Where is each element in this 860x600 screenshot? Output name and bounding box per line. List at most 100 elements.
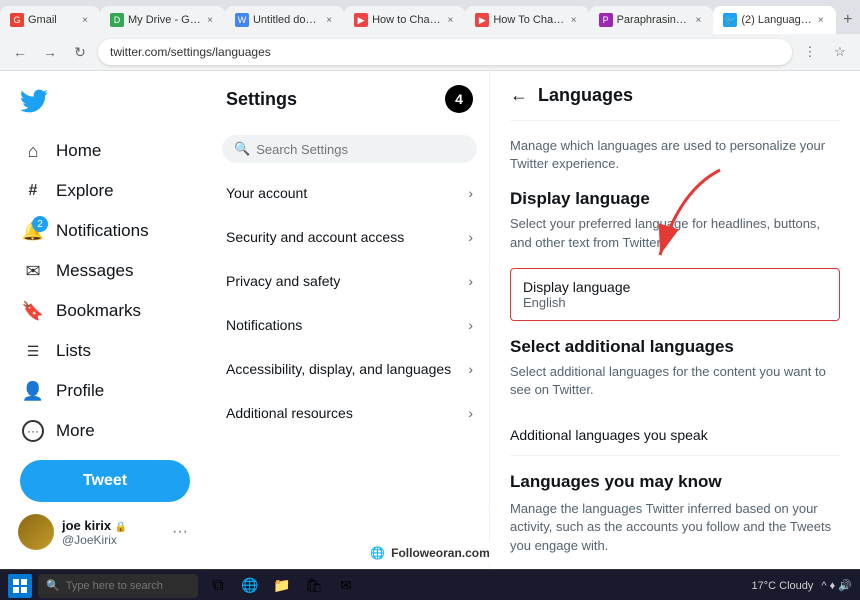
display-language-value: English (523, 295, 827, 310)
tab-close[interactable]: × (205, 13, 215, 28)
watermark: 🌐 Followeoran.com (354, 542, 506, 564)
avatar (18, 514, 54, 550)
user-profile[interactable]: joe kirix 🔒 @JoeKirix ··· (8, 504, 198, 560)
tab-close[interactable]: × (569, 13, 579, 28)
sidebar-item-profile[interactable]: 👤 Profile (12, 372, 198, 410)
sidebar-item-label: Explore (56, 181, 114, 201)
taskbar-right: 17°C Cloudy ^ ♦ 🔊 (752, 579, 852, 592)
settings-menu-label: Security and account access (226, 229, 404, 245)
sidebar-item-label: Notifications (56, 221, 149, 241)
additional-languages-link[interactable]: Additional languages you speak (510, 415, 840, 456)
sidebar-item-explore[interactable]: # Explore (12, 172, 198, 210)
taskbar-taskview[interactable]: ⧉ (204, 572, 232, 600)
user-info: joe kirix 🔒 @JoeKirix (62, 518, 164, 547)
back-arrow[interactable]: ← (510, 85, 528, 106)
twitter-sidebar: ⌂ Home # Explore 🔔 Notifications ✉ Messa… (0, 71, 210, 569)
tab-drive[interactable]: D My Drive - Goog... × (100, 6, 225, 34)
watermark-text: Followeoran.com (391, 546, 490, 560)
may-know-link[interactable]: Languages you may know (510, 563, 840, 569)
display-language-section: Display language (510, 189, 840, 209)
search-icon: 🔍 (234, 141, 250, 157)
sidebar-item-lists[interactable]: ☰ Lists (12, 332, 198, 370)
settings-menu-label: Privacy and safety (226, 273, 340, 289)
taskbar-store[interactable]: 🛍 (300, 572, 328, 600)
sidebar-item-label: Lists (56, 341, 91, 361)
tab-docs[interactable]: W Untitled docum... × (225, 6, 344, 34)
tab-close[interactable]: × (324, 13, 334, 28)
tweet-button[interactable]: Tweet (20, 460, 190, 502)
settings-menu-security[interactable]: Security and account access › (210, 215, 489, 259)
start-button[interactable] (8, 574, 32, 598)
address-bar: ← → ↻ ⋮ ☆ (0, 34, 860, 70)
settings-panel: Settings 4 🔍 Your account › Security and… (210, 71, 490, 569)
taskbar: 🔍 ⧉ 🌐 📁 🛍 ✉ 17°C Cloudy ^ ♦ 🔊 (0, 569, 860, 600)
taskbar-explorer[interactable]: 📁 (268, 572, 296, 600)
sidebar-item-label: Home (56, 141, 101, 161)
settings-menu-your-account[interactable]: Your account › (210, 171, 489, 215)
search-settings[interactable]: 🔍 (222, 135, 477, 163)
settings-header: Settings 4 (210, 71, 489, 127)
settings-title: Settings (226, 89, 297, 110)
tab-twitter[interactable]: 🐦 (2) Languages /... × (713, 6, 835, 34)
languages-panel: ← Languages Manage which languages are u… (490, 71, 860, 569)
back-button[interactable]: ← (8, 40, 32, 64)
tab-howto2[interactable]: ▶ How To Change... × (465, 6, 588, 34)
taskbar-search-input[interactable] (66, 580, 190, 592)
settings-menu-notifications[interactable]: Notifications › (210, 303, 489, 347)
settings-menu-accessibility[interactable]: Accessibility, display, and languages › (210, 347, 489, 391)
address-input[interactable] (98, 39, 792, 65)
tab-label: How To Change... (493, 14, 564, 26)
twitter-logo[interactable] (12, 79, 198, 128)
display-language-desc: Select your preferred language for headl… (510, 215, 840, 251)
page-content: ⌂ Home # Explore 🔔 Notifications ✉ Messa… (0, 71, 860, 569)
sidebar-item-home[interactable]: ⌂ Home (12, 132, 198, 170)
taskbar-chrome[interactable]: 🌐 (236, 572, 264, 600)
additional-languages-section: Select additional languages (510, 337, 840, 357)
chevron-right-icon: › (468, 273, 473, 289)
chevron-right-icon: › (468, 185, 473, 201)
extensions-icon[interactable]: ⋮ (798, 40, 822, 64)
taskbar-system-tray: ^ ♦ 🔊 (821, 579, 852, 592)
settings-menu-additional[interactable]: Additional resources › (210, 391, 489, 435)
sidebar-item-more[interactable]: ··· More (12, 412, 198, 450)
display-language-label: Display language (523, 279, 827, 295)
home-icon: ⌂ (22, 140, 44, 162)
sidebar-item-bookmarks[interactable]: 🔖 Bookmarks (12, 292, 198, 330)
languages-intro: Manage which languages are used to perso… (510, 137, 840, 173)
more-icon: ··· (22, 420, 44, 442)
tab-label: How to Change... (372, 14, 441, 26)
search-settings-input[interactable] (256, 142, 465, 157)
sidebar-item-messages[interactable]: ✉ Messages (12, 252, 198, 290)
sidebar-item-notifications[interactable]: 🔔 Notifications (12, 212, 198, 250)
tab-gmail[interactable]: G Gmail × (0, 6, 100, 34)
watermark-icon: 🌐 (370, 546, 385, 560)
lists-icon: ☰ (22, 340, 44, 362)
tab-close[interactable]: × (446, 13, 456, 28)
tab-close[interactable]: × (694, 13, 704, 28)
forward-button[interactable]: → (38, 40, 62, 64)
taskbar-search-icon: 🔍 (46, 579, 60, 592)
languages-title: Languages (538, 85, 633, 106)
user-menu-dots[interactable]: ··· (172, 523, 188, 541)
lock-icon: 🔒 (115, 522, 127, 533)
content-header: ← Languages (510, 71, 840, 121)
tab-howto[interactable]: ▶ How to Change... × (344, 6, 465, 34)
browser-chrome: G Gmail × D My Drive - Goog... × W Untit… (0, 0, 860, 71)
tab-label: My Drive - Goog... (128, 14, 201, 26)
tab-para[interactable]: P Paraphrasing To... × (589, 6, 714, 34)
tab-close[interactable]: × (816, 13, 826, 28)
reload-button[interactable]: ↻ (68, 40, 92, 64)
may-know-section: Languages you may know (510, 472, 840, 492)
display-language-option[interactable]: Display language English (510, 268, 840, 321)
settings-menu-label: Additional resources (226, 405, 353, 421)
chevron-right-icon: › (468, 405, 473, 421)
taskbar-search[interactable]: 🔍 (38, 574, 198, 598)
tab-label: (2) Languages /... (741, 14, 812, 26)
bookmark-icon[interactable]: ☆ (828, 40, 852, 64)
settings-menu-privacy[interactable]: Privacy and safety › (210, 259, 489, 303)
settings-menu-label: Accessibility, display, and languages (226, 361, 451, 377)
taskbar-mail[interactable]: ✉ (332, 572, 360, 600)
tab-close[interactable]: × (80, 13, 90, 28)
new-tab-button[interactable]: + (836, 6, 860, 34)
step-badge: 4 (445, 85, 473, 113)
